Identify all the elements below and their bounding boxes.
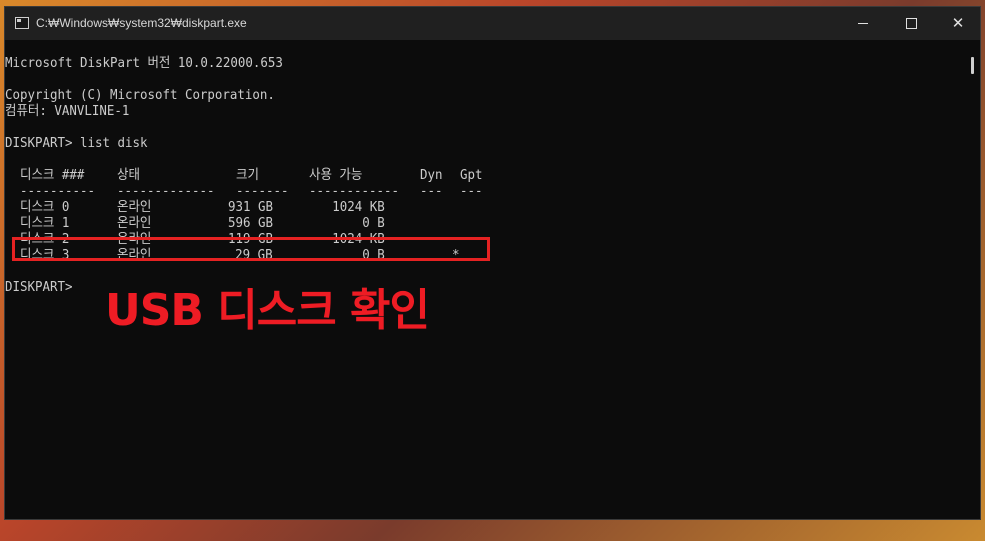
console-output[interactable]: Microsoft DiskPart 버전 10.0.22000.653 Cop… — [5, 40, 966, 519]
minimize-button[interactable] — [840, 7, 886, 40]
close-button[interactable]: ✕ — [935, 7, 981, 40]
separator-gpt: --- — [460, 184, 483, 199]
column-header-gpt: Gpt — [460, 168, 483, 183]
window-title: C:₩Windows₩system32₩diskpart.exe — [36, 16, 247, 30]
prompt-line: DISKPART> — [5, 280, 73, 295]
table-row-free: 0 B — [362, 216, 385, 231]
maximize-button[interactable] — [888, 7, 934, 40]
close-icon: ✕ — [951, 14, 965, 32]
usb-disk-highlight-box — [12, 237, 490, 261]
separator-size: ------- — [236, 184, 289, 199]
table-row-disk: 디스크 0 — [20, 200, 70, 215]
separator-disk: ---------- — [20, 184, 95, 199]
separator-free: ------------ — [309, 184, 399, 199]
command-line: DISKPART> list disk — [5, 136, 148, 151]
table-row-size: 596 GB — [228, 216, 273, 231]
copyright-line: Copyright (C) Microsoft Corporation. — [5, 88, 275, 103]
table-row-disk: 디스크 1 — [20, 216, 70, 231]
column-header-free: 사용 가능 — [309, 168, 363, 183]
column-header-dyn: Dyn — [420, 168, 443, 183]
table-row-status: 온라인 — [117, 200, 152, 215]
maximize-icon — [905, 18, 917, 29]
console-app-icon — [15, 17, 29, 29]
table-row-size: 931 GB — [228, 200, 273, 215]
separator-status: ------------- — [117, 184, 215, 199]
scrollbar-thumb[interactable] — [971, 57, 974, 74]
title-bar[interactable]: C:₩Windows₩system32₩diskpart.exe ✕ — [5, 7, 980, 40]
column-header-status: 상태 — [117, 168, 140, 183]
computer-line: 컴퓨터: VANVLINE-1 — [5, 104, 130, 119]
version-line: Microsoft DiskPart 버전 10.0.22000.653 — [5, 56, 283, 71]
vertical-scrollbar[interactable] — [966, 40, 980, 519]
table-row-free: 1024 KB — [332, 200, 385, 215]
table-row-status: 온라인 — [117, 216, 152, 231]
minimize-icon — [858, 23, 868, 24]
console-window[interactable]: C:₩Windows₩system32₩diskpart.exe ✕ Micro… — [4, 6, 981, 520]
column-header-size: 크기 — [236, 168, 259, 183]
usb-disk-annotation: USB 디스크 확인 — [105, 285, 430, 336]
column-header-disk: 디스크 ### — [20, 168, 85, 183]
separator-dyn: --- — [420, 184, 443, 199]
